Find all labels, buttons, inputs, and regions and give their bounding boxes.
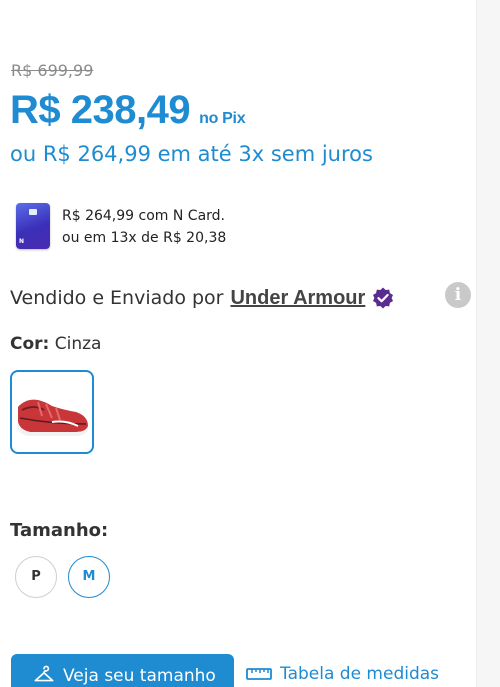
pix-price-amount: R$ 238,49 (10, 88, 191, 132)
color-label: Cor: (10, 334, 50, 354)
pix-price-suffix: no Pix (199, 110, 246, 127)
find-size-label: Veja seu tamanho (63, 666, 216, 686)
size-title: Tamanho: (10, 520, 109, 541)
seller-info: Vendido e Enviado por Under Armour (10, 286, 395, 310)
seller-prefix: Vendido e Enviado por (10, 287, 224, 309)
size-chart-label: Tabela de medidas (280, 664, 440, 684)
seller-link[interactable]: Under Armour (230, 287, 365, 310)
info-icon[interactable]: i (445, 282, 471, 308)
ruler-icon (246, 668, 272, 680)
ncard-offer: R$ 264,99 com N Card. ou em 13x de R$ 20… (62, 205, 226, 249)
shoe-thumbnail (17, 399, 88, 436)
scrollbar-track[interactable] (476, 0, 500, 687)
size-option-p[interactable]: P (15, 556, 57, 598)
find-size-button[interactable]: Veja seu tamanho (11, 654, 234, 687)
size-chart-link[interactable]: Tabela de medidas (246, 664, 439, 684)
ncard-offer-line-2: ou em 13x de R$ 20,38 (62, 230, 227, 246)
installments-text: ou R$ 264,99 em até 3x sem juros (10, 142, 373, 166)
old-price: R$ 699,99 (11, 61, 94, 80)
pix-price: R$ 238,49 no Pix (10, 88, 246, 133)
color-value: Cinza (54, 334, 102, 354)
ncard-offer-line-1: R$ 264,99 com N Card. (62, 208, 225, 224)
hanger-icon (34, 665, 54, 682)
color-selection: Cor: Cinza (10, 334, 101, 354)
size-option-m[interactable]: M (68, 556, 110, 598)
product-buy-panel: R$ 699,99 R$ 238,49 no Pix ou R$ 264,99 … (0, 0, 500, 687)
color-swatch-selected[interactable] (10, 370, 94, 454)
credit-card-icon: N (16, 203, 50, 249)
verified-badge-icon (371, 286, 395, 310)
